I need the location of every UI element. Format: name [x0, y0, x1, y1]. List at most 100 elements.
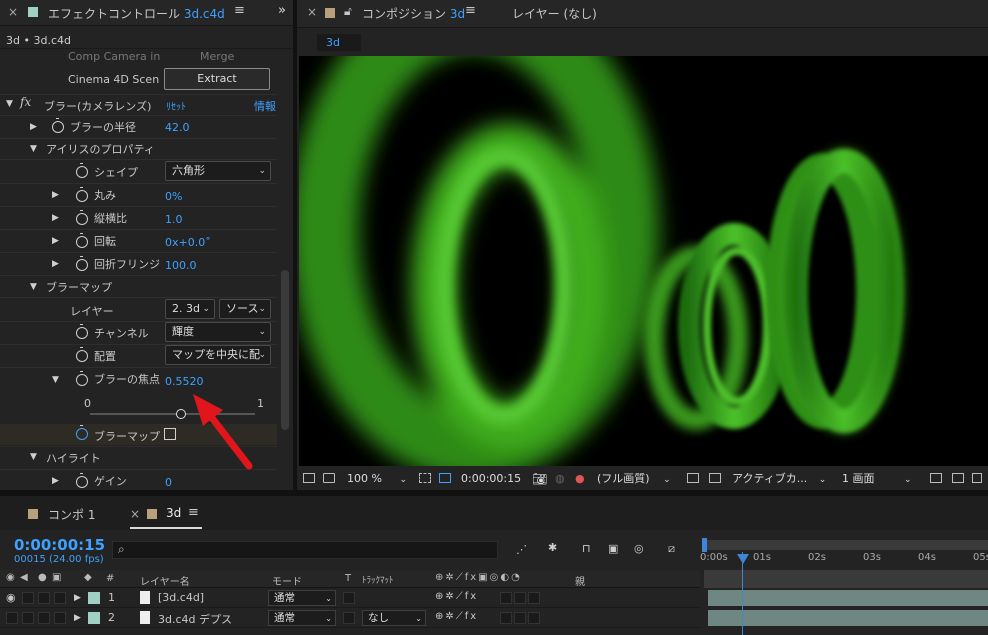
current-timecode[interactable]: 0:00:00:15 [14, 536, 105, 554]
work-area-start-handle[interactable] [702, 538, 707, 552]
switch-box[interactable] [528, 612, 540, 624]
solo-toggle[interactable] [38, 612, 50, 624]
lock-toggle[interactable] [54, 592, 66, 604]
resolution-dropdown[interactable]: (フル画質) ⌄ [597, 470, 671, 488]
camera-view-dropdown[interactable]: アクティブカ... ⌄ [732, 470, 826, 488]
graph-editor-icon[interactable]: ⧄ [668, 542, 675, 556]
switch-box[interactable] [514, 612, 526, 624]
monitor-icon[interactable] [323, 473, 335, 483]
toggle-pixel-icon[interactable] [930, 473, 942, 483]
view-layout-dropdown[interactable]: 1 画面 ⌄ [842, 470, 912, 488]
blend-mode-dropdown[interactable]: 通常 ⌄ [268, 610, 336, 626]
roundness-value[interactable]: 0% [165, 190, 182, 203]
stopwatch-icon[interactable] [76, 425, 88, 440]
camera-snapshot-icon[interactable]: 📷︎ [532, 470, 547, 488]
lock-icon[interactable]: 🔓︎ [344, 4, 352, 19]
fast-preview-icon[interactable] [687, 473, 699, 483]
motion-blur-icon[interactable]: ◎ [634, 542, 644, 555]
col-layer-name[interactable]: レイヤー名 [140, 573, 190, 588]
switch-box[interactable] [500, 592, 512, 604]
channel-dropdown[interactable]: 輝度 ⌄ [165, 322, 271, 342]
expand-triangle[interactable]: ▶ [30, 122, 37, 132]
layer-tab[interactable]: レイヤー (なし) [512, 5, 597, 22]
show-snapshot-icon[interactable]: ◍ [555, 470, 565, 488]
visibility-toggle[interactable] [6, 612, 18, 624]
aspect-value[interactable]: 1.0 [165, 213, 183, 226]
focal-value[interactable]: 0.5520 [165, 375, 204, 388]
blur-map-expand-triangle[interactable]: ▼ [30, 282, 37, 292]
effect-controls-tab-title[interactable]: エフェクトコントロール 3d.c4d [48, 5, 225, 22]
expand-triangle[interactable]: ▶ [52, 259, 59, 269]
tab-3d[interactable]: 3d [166, 506, 181, 520]
switch-box[interactable] [528, 592, 540, 604]
flowchart-chip[interactable]: 3d [317, 34, 361, 51]
eye-icon[interactable]: ◉ [6, 591, 16, 604]
expand-panels-icon[interactable]: » [278, 3, 286, 18]
blend-mode-dropdown[interactable]: 通常 ⌄ [268, 590, 336, 606]
region-of-interest-icon[interactable] [419, 473, 431, 483]
blur-map-invert-checkbox[interactable] [164, 428, 176, 440]
audio-toggle[interactable] [22, 592, 34, 604]
always-preview-icon[interactable] [303, 473, 315, 483]
search-input[interactable] [135, 543, 495, 557]
preserve-transparency-toggle[interactable] [343, 612, 355, 624]
switch-box[interactable] [514, 592, 526, 604]
stopwatch-icon[interactable] [76, 347, 88, 362]
stopwatch-icon[interactable] [76, 473, 88, 488]
3d-view-icon[interactable] [709, 473, 721, 483]
stopwatch-icon[interactable] [76, 233, 88, 248]
layer-switches[interactable]: ⊕✲⟋fx [435, 611, 478, 622]
playhead-handle[interactable] [737, 554, 749, 564]
composition-tab-title[interactable]: コンポジション 3d [362, 5, 465, 22]
stopwatch-icon[interactable] [76, 163, 88, 178]
comp-flowchart-icon[interactable]: ⋰ [516, 543, 527, 556]
expand-triangle[interactable]: ▶ [52, 190, 59, 200]
extract-button[interactable]: Extract [164, 68, 270, 90]
expand-triangle[interactable]: ▶ [52, 236, 59, 246]
layer-search-field[interactable]: ⌕ [112, 541, 498, 559]
expand-triangle[interactable]: ▶ [52, 213, 59, 223]
transparency-grid-icon[interactable] [439, 473, 451, 483]
preserve-transparency-toggle[interactable] [343, 592, 355, 604]
layer-row[interactable]: ▶ 2 3d.c4d デプス 通常 ⌄ なし ⌄ ⊕✲⟋fx [0, 608, 700, 628]
playhead-line[interactable] [742, 552, 743, 635]
exposure-icon[interactable] [972, 473, 982, 483]
layer-duration-bar[interactable] [708, 590, 988, 606]
effect-expand-triangle[interactable]: ▼ [6, 99, 13, 109]
layer-name[interactable]: [3d.c4d] [158, 591, 204, 604]
layer-label-color[interactable] [88, 592, 100, 604]
composition-viewer[interactable] [299, 56, 988, 466]
lock-toggle[interactable] [54, 612, 66, 624]
layer-duration-bar[interactable] [708, 610, 988, 626]
audio-toggle[interactable] [22, 612, 34, 624]
expand-triangle[interactable]: ▶ [74, 613, 81, 623]
tab-comp1[interactable]: コンポ 1 [48, 506, 95, 523]
close-tab-icon[interactable]: × [307, 5, 317, 19]
info-link[interactable]: 情報 [254, 98, 276, 114]
blur-radius-value[interactable]: 42.0 [165, 121, 190, 134]
reset-link[interactable]: ﾘｾｯﾄ [166, 98, 186, 113]
gain-value[interactable]: 0 [165, 476, 172, 489]
expand-triangle[interactable]: ▶ [74, 593, 81, 603]
stopwatch-icon[interactable] [76, 187, 88, 202]
layer-dropdown[interactable]: 2. 3d ⌄ [165, 299, 215, 319]
shy-layers-icon[interactable]: ⊓ [582, 542, 591, 555]
layer-row[interactable]: ◉ ▶ 1 [3d.c4d] 通常 ⌄ ⊕✲⟋fx [0, 588, 700, 608]
close-tab-icon[interactable]: × [130, 507, 140, 521]
highlight-expand-triangle[interactable]: ▼ [30, 452, 37, 462]
draft-3d-icon[interactable]: ✱ [548, 541, 557, 554]
stopwatch-icon[interactable] [76, 371, 88, 386]
reset-exposure-icon[interactable] [952, 473, 964, 483]
stopwatch-icon[interactable] [76, 256, 88, 271]
layer-switches[interactable]: ⊕✲⟋fx [435, 591, 478, 602]
effect-panel-scrollbar[interactable] [281, 270, 289, 430]
zoom-dropdown[interactable]: 100 % ⌄ [347, 470, 407, 488]
expand-triangle[interactable]: ▶ [52, 476, 59, 486]
layer-label-color[interactable] [88, 612, 100, 624]
focal-expand-triangle[interactable]: ▼ [52, 375, 59, 385]
shape-dropdown[interactable]: 六角形 ⌄ [165, 161, 271, 181]
channel-rgb-icon[interactable]: ● [575, 470, 585, 488]
work-area-bar[interactable] [704, 540, 988, 550]
panel-menu-icon[interactable]: ≡ [465, 3, 476, 18]
stopwatch-icon[interactable] [76, 210, 88, 225]
